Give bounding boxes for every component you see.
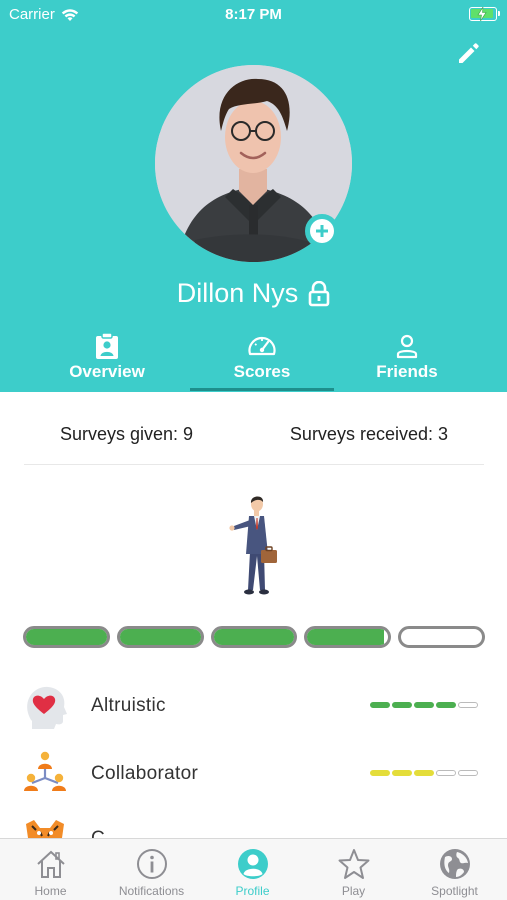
profile-name-row: Dillon Nys (0, 278, 507, 309)
trait-label: Collaborator (91, 763, 199, 784)
tab-overview-label: Overview (69, 362, 145, 381)
trait-label: C (91, 828, 105, 838)
add-photo-button[interactable] (305, 214, 339, 248)
clipboard-user-icon (96, 332, 118, 359)
profile-tabs: Overview Scores Friends (0, 328, 507, 392)
tab-play[interactable]: Play (303, 839, 404, 900)
tab-profile[interactable]: Profile (202, 839, 303, 900)
profile-icon (237, 849, 268, 879)
trait-level-segment (392, 702, 412, 708)
tab-friends[interactable]: Friends (322, 328, 492, 392)
trait-level-segment (458, 770, 478, 776)
lock-icon[interactable] (308, 280, 330, 307)
trait-label: Altruistic (91, 695, 166, 716)
trait-level-segment (436, 770, 456, 776)
star-icon (338, 849, 369, 879)
tab-spotlight[interactable]: Spotlight (404, 839, 505, 900)
tab-play-label: Play (341, 884, 366, 898)
status-time: 8:17 PM (225, 6, 282, 23)
trait-level-segment (458, 702, 478, 708)
profile-header: Carrier 8:17 PM Dillon Nys Overview Scor… (0, 0, 507, 392)
trait-level-segment (436, 702, 456, 708)
progress-segment (116, 626, 204, 648)
status-bar: Carrier 8:17 PM (0, 0, 507, 30)
trait-level-segment (414, 702, 434, 708)
globe-icon (439, 849, 470, 879)
home-icon (36, 850, 65, 878)
tab-profile-label: Profile (235, 884, 270, 898)
edit-profile-button[interactable] (456, 40, 482, 66)
trait-row-partial[interactable]: C (22, 816, 484, 838)
plus-icon (316, 225, 328, 237)
tab-spotlight-label: Spotlight (431, 884, 478, 898)
score-progress-bar (23, 626, 485, 648)
tab-home[interactable]: Home (0, 839, 101, 900)
progress-segment (23, 626, 110, 648)
tab-notifications[interactable]: Notifications (101, 839, 202, 900)
trait-level-segment (392, 770, 412, 776)
progress-segment (210, 626, 298, 648)
surveys-given: Surveys given: 9 (60, 424, 194, 444)
trait-level-segment (370, 770, 390, 776)
trait-level-bars (370, 770, 478, 776)
profile-name: Dillon Nys (176, 278, 299, 308)
battery-icon (469, 7, 500, 21)
tab-notifications-label: Notifications (118, 884, 185, 898)
tiger-icon (22, 816, 68, 838)
heart-head-icon (22, 683, 68, 729)
progress-segment (398, 626, 485, 648)
trait-row-altruistic[interactable]: Altruistic (22, 680, 484, 732)
tab-home-label: Home (34, 884, 67, 898)
survey-counts: Surveys given: 9 Surveys received: 3 (24, 424, 484, 445)
surveys-received: Surveys received: 3 (289, 424, 448, 444)
businessman-illustration (226, 490, 286, 598)
bottom-tab-bar: Home Notifications Profile Play Spotligh… (0, 838, 507, 900)
active-tab-indicator (190, 388, 334, 391)
trait-level-segment (414, 770, 434, 776)
tab-scores-label: Scores (233, 362, 291, 381)
trait-level-bars (370, 702, 478, 708)
trait-row-collaborator[interactable]: Collaborator (22, 748, 484, 800)
tab-friends-label: Friends (376, 362, 438, 381)
tab-overview[interactable]: Overview (22, 328, 192, 392)
team-icon (22, 751, 68, 797)
trait-level-segment (370, 702, 390, 708)
speedometer-icon (248, 336, 276, 356)
progress-segment (304, 626, 392, 648)
person-icon (396, 334, 418, 359)
divider (24, 464, 484, 465)
info-icon (136, 849, 167, 879)
pencil-icon (459, 43, 479, 63)
